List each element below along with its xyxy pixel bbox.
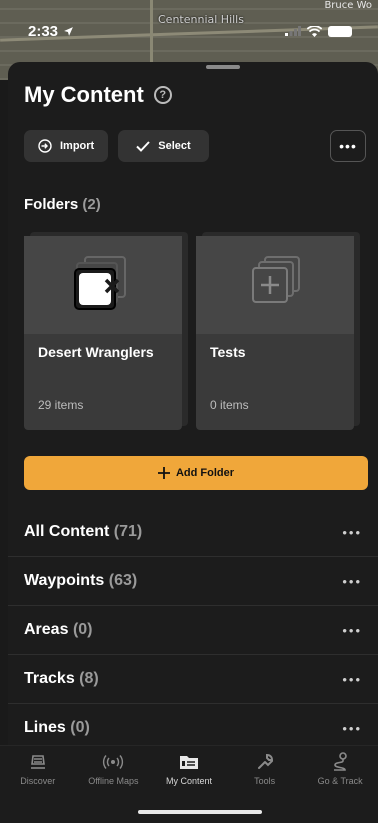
row-more-icon[interactable]: ••• [342,721,362,736]
plus-icon [157,467,170,479]
folder-thumbnail [24,236,182,334]
status-time-group: 2:33 [28,18,74,44]
list-item-areas[interactable]: Areas (0) ••• [8,606,378,655]
status-bar: 2:33 [0,0,378,44]
list-item-count: (0) [72,621,93,638]
tab-discover[interactable]: Discover [0,752,75,786]
tab-label: Offline Maps [88,776,139,786]
folder-card[interactable]: Desert Wranglers 29 items [24,236,182,430]
import-icon [38,139,52,153]
list-item-count: (63) [108,572,138,589]
tab-label: My Content [165,776,212,786]
list-item-waypoints[interactable]: Waypoints (63) ••• [8,557,378,606]
import-button[interactable]: Import [24,130,109,162]
offline-maps-icon [103,755,124,769]
status-indicators [285,18,352,44]
list-item-label: Areas [24,621,69,638]
list-item-label: Waypoints [24,572,105,589]
folder-name: Desert Wranglers [38,344,154,360]
my-content-sheet: My Content ? Import Select ••• Folders (… [8,62,378,823]
list-item-label: Lines [24,719,66,736]
folder-item-count: 0 items [210,398,249,412]
wifi-icon [307,25,322,37]
ellipsis-icon: ••• [339,138,357,154]
tab-my-content[interactable]: My Content [151,752,226,786]
folder-item-count: 29 items [38,398,84,412]
list-item-all-content[interactable]: All Content (71) ••• [8,508,378,557]
row-more-icon[interactable]: ••• [342,672,362,687]
action-row: Import Select [24,130,209,162]
sheet-grabber[interactable] [206,65,240,69]
folder-plus-icon [252,256,300,303]
list-item-label: Tracks [24,670,75,687]
folders-count: (2) [82,196,101,213]
tab-label: Tools [254,776,276,786]
tab-label: Discover [20,776,56,786]
tab-go-track[interactable]: Go & Track [303,752,378,786]
add-folder-button[interactable]: Add Folder [24,456,368,490]
close-icon [104,278,120,294]
add-folder-label: Add Folder [175,467,235,479]
folder-name: Tests [210,344,246,360]
folder-card[interactable]: Tests 0 items [196,236,354,430]
home-indicator[interactable] [138,810,262,814]
checkmark-icon [136,140,150,152]
list-item-count: (0) [70,719,90,736]
row-more-icon[interactable]: ••• [342,525,362,540]
location-arrow-icon [64,26,73,36]
discover-icon [30,755,45,769]
delete-folder-icon[interactable] [96,270,128,302]
status-time: 2:33 [28,22,59,40]
folders-heading-label: Folders [24,196,79,213]
help-icon[interactable]: ? [153,86,172,104]
go-track-icon [334,752,347,771]
tools-icon [257,753,273,769]
row-more-icon[interactable]: ••• [342,623,362,638]
tab-offline-maps[interactable]: Offline Maps [76,752,151,786]
list-item-count: (71) [113,523,143,540]
tab-tools[interactable]: Tools [227,752,302,786]
select-label: Select [158,140,191,152]
content-list: All Content (71) ••• Waypoints (63) ••• … [8,508,378,753]
list-item-label: All Content [24,523,110,540]
list-item-tracks[interactable]: Tracks (8) ••• [8,655,378,704]
battery-icon [328,25,352,37]
list-item-count: (8) [79,670,99,687]
row-more-icon[interactable]: ••• [342,574,362,589]
import-label: Import [60,140,95,152]
folders-heading: Folders (2) [24,196,101,213]
my-content-icon [179,756,198,769]
select-button[interactable]: Select [118,130,209,162]
tab-label: Go & Track [317,776,363,786]
more-options-button[interactable]: ••• [330,130,366,162]
title-row: My Content ? [24,82,172,108]
folder-thumbnail [196,236,354,334]
signal-icon [285,26,301,36]
page-title: My Content [24,82,144,107]
